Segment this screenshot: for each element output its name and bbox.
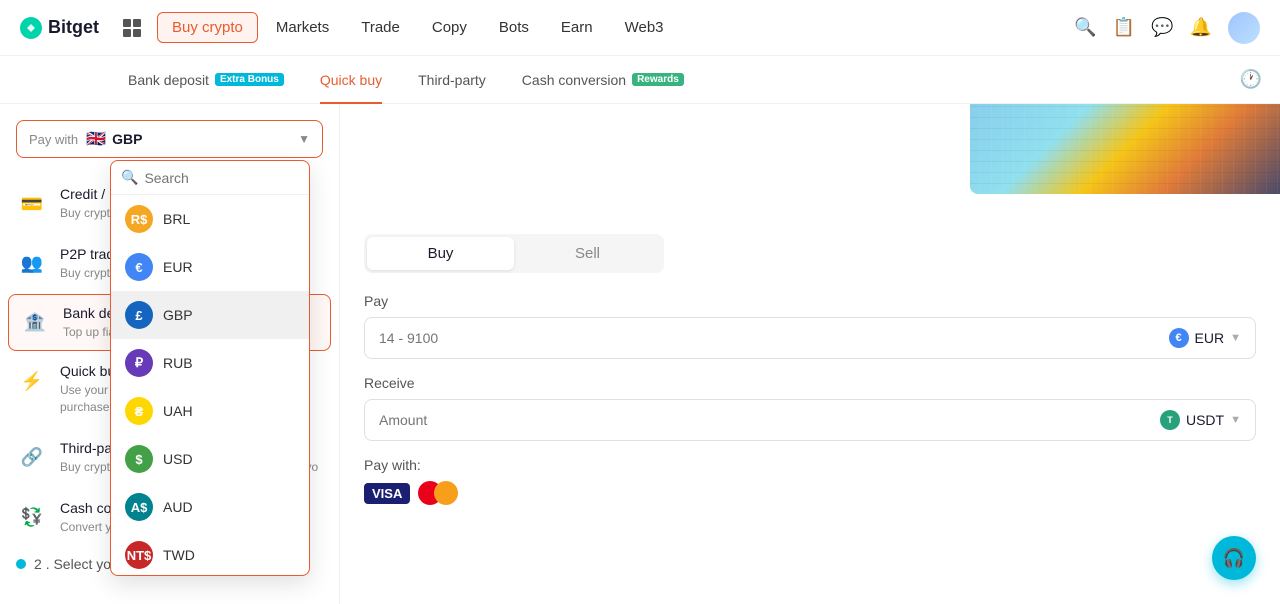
main-content: Pay with 🇬🇧 GBP ▼ 💳Credit / Debit card0 … [0, 104, 1280, 604]
currency-label-usd: USD [163, 451, 193, 467]
receive-currency-chevron: ▼ [1230, 414, 1241, 426]
orders-icon[interactable]: 📋 [1113, 17, 1135, 38]
receive-currency-name: USDT [1186, 412, 1224, 428]
support-chat-button[interactable]: 🎧 [1212, 536, 1256, 580]
currency-circle-uah: ₴ [125, 397, 153, 425]
currency-label-aud: AUD [163, 499, 193, 515]
method-icon-bank-deposit: 🏦 [19, 307, 51, 339]
header: Bitget Buy cryptoMarketsTradeCopyBotsEar… [0, 0, 1280, 56]
currency-search-box: 🔍 [111, 161, 309, 195]
currency-item-usd[interactable]: $ USD [111, 435, 309, 483]
currency-label-twd: TWD [163, 547, 195, 563]
pay-label: Pay [364, 293, 1256, 309]
main-nav: Buy cryptoMarketsTradeCopyBotsEarnWeb3 [157, 12, 678, 43]
currency-label-brl: BRL [163, 211, 190, 227]
method-icon-cash-conversion: 💱 [16, 502, 48, 534]
pay-with-currency: 🇬🇧 GBP [86, 129, 142, 149]
nav-item-buy-crypto[interactable]: Buy crypto [157, 12, 258, 43]
grid-menu-icon[interactable] [123, 19, 141, 37]
currency-item-twd[interactable]: NT$ TWD [111, 531, 309, 575]
pay-input[interactable] [379, 330, 1169, 346]
visa-logo: VISA [364, 483, 410, 504]
chevron-down-icon: ▼ [298, 132, 310, 146]
currency-item-aud[interactable]: A$ AUD [111, 483, 309, 531]
nav-item-web3[interactable]: Web3 [611, 13, 678, 42]
eur-icon: € [1169, 328, 1189, 348]
pay-currency-selector[interactable]: € EUR ▼ [1169, 328, 1241, 348]
nav-item-bots[interactable]: Bots [485, 13, 543, 42]
chat-icon[interactable]: 💬 [1151, 17, 1173, 38]
pay-field: € EUR ▼ [364, 317, 1256, 359]
currency-item-uah[interactable]: ₴ UAH [111, 387, 309, 435]
tab-third-party[interactable]: Third-party [400, 56, 504, 104]
search-icon[interactable]: 🔍 [1074, 17, 1096, 38]
bitget-logo-icon [20, 17, 42, 39]
tabs-bar: Bank depositExtra BonusQuick buyThird-pa… [0, 56, 1280, 104]
currency-circle-brl: R$ [125, 205, 153, 233]
usdt-icon: T [1160, 410, 1180, 430]
logo[interactable]: Bitget [20, 17, 99, 39]
currency-search-input[interactable] [144, 170, 299, 186]
search-icon: 🔍 [121, 169, 138, 186]
method-icon-quick-buy: ⚡ [16, 365, 48, 397]
promo-banner [970, 104, 1280, 194]
currency-list: R$BRL€EUR£GBP₽RUB₴UAH$USDA$AUDNT$TWDFrCH… [111, 195, 309, 575]
right-panel: Buy Sell Pay € EUR ▼ Receive T USDT ▼ Pa [340, 104, 1280, 604]
header-icons: 🔍 📋 💬 🔔 [1074, 12, 1260, 44]
buy-tab[interactable]: Buy [367, 237, 514, 270]
method-icon-third-party: 🔗 [16, 442, 48, 474]
method-icon-credit-debit: 💳 [16, 188, 48, 220]
currency-circle-usd: $ [125, 445, 153, 473]
pay-currency-chevron: ▼ [1230, 332, 1241, 344]
currency-circle-gbp: £ [125, 301, 153, 329]
currency-label-rub: RUB [163, 355, 193, 371]
history-button[interactable]: 🕐 [1222, 69, 1280, 90]
notifications-icon[interactable]: 🔔 [1190, 17, 1212, 38]
tab-quick-buy[interactable]: Quick buy [302, 56, 400, 104]
nav-item-earn[interactable]: Earn [547, 13, 607, 42]
currency-item-eur[interactable]: € EUR [111, 243, 309, 291]
method-icon-p2p-trading: 👥 [16, 248, 48, 280]
avatar[interactable] [1228, 12, 1260, 44]
currency-item-gbp[interactable]: £ GBP [111, 291, 309, 339]
currency-code: GBP [112, 131, 142, 147]
tab-cash-conversion[interactable]: Cash conversionRewards [504, 56, 702, 104]
currency-item-rub[interactable]: ₽ RUB [111, 339, 309, 387]
currency-dropdown: 🔍 R$BRL€EUR£GBP₽RUB₴UAH$USDA$AUDNT$TWDFr… [110, 160, 310, 576]
tab-bank-deposit[interactable]: Bank depositExtra Bonus [110, 56, 302, 104]
receive-currency-selector[interactable]: T USDT ▼ [1160, 410, 1241, 430]
buy-sell-tabs: Buy Sell [364, 234, 664, 273]
nav-item-copy[interactable]: Copy [418, 13, 481, 42]
currency-circle-eur: € [125, 253, 153, 281]
logo-text: Bitget [48, 17, 99, 38]
headset-icon: 🎧 [1223, 548, 1245, 569]
receive-input[interactable] [379, 412, 1160, 428]
mastercard-logo [418, 481, 458, 505]
payment-logos: VISA [364, 481, 1256, 505]
pay-with-bar[interactable]: Pay with 🇬🇧 GBP ▼ [16, 120, 323, 158]
currency-label-uah: UAH [163, 403, 193, 419]
nav-item-markets[interactable]: Markets [262, 13, 343, 42]
currency-item-brl[interactable]: R$ BRL [111, 195, 309, 243]
currency-circle-twd: NT$ [125, 541, 153, 569]
pay-with-label: Pay with [29, 132, 78, 147]
receive-field: T USDT ▼ [364, 399, 1256, 441]
pay-with-section: Pay with: [364, 457, 1256, 473]
sell-tab[interactable]: Sell [514, 237, 661, 270]
pay-currency-name: EUR [1195, 330, 1225, 346]
receive-label: Receive [364, 375, 1256, 391]
currency-circle-rub: ₽ [125, 349, 153, 377]
nav-item-trade[interactable]: Trade [347, 13, 414, 42]
currency-flag: 🇬🇧 [86, 129, 106, 149]
currency-circle-aud: A$ [125, 493, 153, 521]
currency-label-gbp: GBP [163, 307, 193, 323]
currency-label-eur: EUR [163, 259, 193, 275]
